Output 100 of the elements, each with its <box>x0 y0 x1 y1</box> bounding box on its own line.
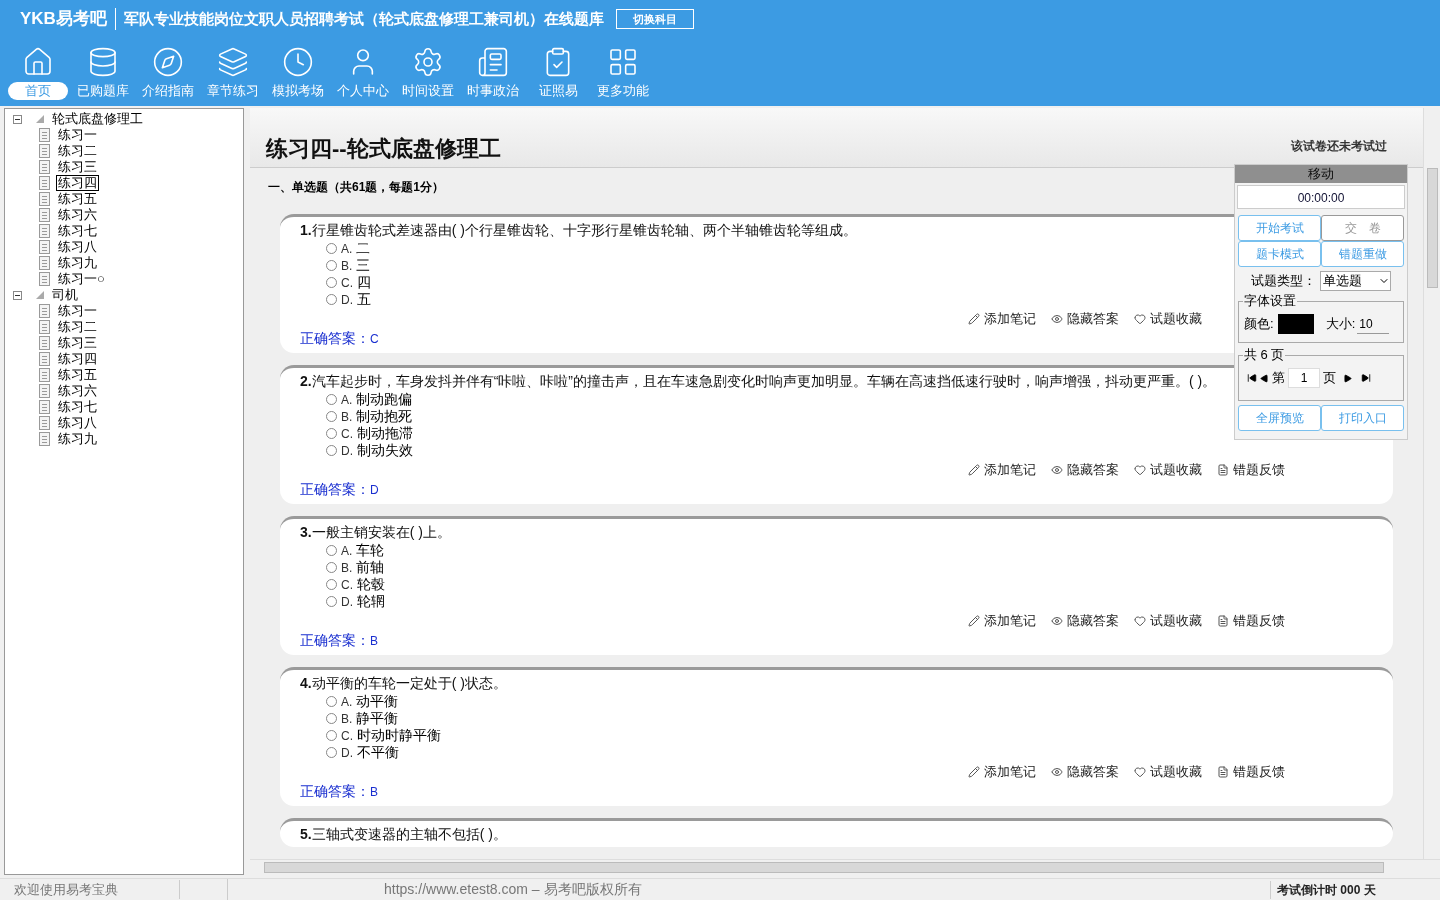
paper-title: 练习四--轮式底盘修理工 <box>266 135 501 163</box>
pencil-icon <box>968 313 980 325</box>
radio-button[interactable] <box>326 713 337 724</box>
radio-button[interactable] <box>326 730 337 741</box>
tree-item[interactable]: 练习三 <box>56 159 99 175</box>
last-page-icon[interactable] <box>1361 373 1371 383</box>
option-label: B. <box>341 257 353 275</box>
radio-button[interactable] <box>326 596 337 607</box>
option-text: 静平衡 <box>356 709 399 728</box>
question-action[interactable]: 错题反馈 <box>1233 611 1285 631</box>
tree-item[interactable]: 练习一○ <box>56 271 107 287</box>
question-action[interactable]: 错题反馈 <box>1233 460 1285 480</box>
collapse-icon[interactable] <box>13 290 22 300</box>
compass-icon[interactable] <box>152 46 184 78</box>
radio-button[interactable] <box>326 562 337 573</box>
radio-button[interactable] <box>326 696 337 707</box>
newspaper-icon[interactable] <box>477 46 509 78</box>
question-action[interactable]: 隐藏答案 <box>1067 460 1119 480</box>
size-label: 大小: <box>1325 315 1356 334</box>
question-action[interactable]: 隐藏答案 <box>1067 309 1119 329</box>
correct-answer: 正确答案：B <box>300 631 378 650</box>
radio-button[interactable] <box>326 277 337 288</box>
document-icon <box>1217 766 1229 778</box>
question-action[interactable]: 添加笔记 <box>984 611 1036 631</box>
horizontal-scrollbar[interactable] <box>250 859 1440 875</box>
tree-item[interactable]: 练习一 <box>56 303 99 319</box>
tree-item[interactable]: 练习八 <box>56 239 99 255</box>
question-action[interactable]: 隐藏答案 <box>1067 611 1119 631</box>
page-field[interactable]: 1 <box>1288 368 1320 388</box>
collapse-icon[interactable] <box>13 114 22 124</box>
radio-button[interactable] <box>326 411 337 422</box>
clock-icon[interactable] <box>282 46 314 78</box>
tree-item[interactable]: 练习二 <box>56 319 99 335</box>
section-heading: 一、单选题（共61题，每题1分） <box>268 179 445 196</box>
question-action[interactable]: 添加笔记 <box>984 309 1036 329</box>
document-icon <box>39 144 50 158</box>
tree-item[interactable]: 练习六 <box>56 383 99 399</box>
question-action[interactable]: 试题收藏 <box>1150 762 1202 782</box>
option-label: A. <box>341 542 353 560</box>
size-field[interactable]: 10 <box>1357 314 1390 334</box>
tree-item[interactable]: 练习五 <box>56 367 99 383</box>
app-logo: YKB易考吧 <box>20 8 107 31</box>
copyright-text: https://www.etest8.com – 易考吧版权所有 <box>384 880 642 899</box>
question-action[interactable]: 试题收藏 <box>1150 611 1202 631</box>
question-text: 2.汽车起步时，车身发抖并伴有“咔啦、咔啦”的撞击声，且在车速急剧变化时响声更加明显。车辆在高速挡低速行驶时，响声增强，抖动更严重。( )。 <box>300 373 1217 390</box>
question-action[interactable]: 错题反馈 <box>1233 762 1285 782</box>
layers-icon[interactable] <box>217 46 249 78</box>
document-icon <box>1217 615 1229 627</box>
tree-item[interactable]: 练习七 <box>56 399 99 415</box>
tree-item[interactable]: 练习二 <box>56 143 99 159</box>
document-icon <box>39 352 50 366</box>
question-action[interactable]: 隐藏答案 <box>1067 762 1119 782</box>
radio-button[interactable] <box>326 445 337 456</box>
question-action[interactable]: 试题收藏 <box>1150 309 1202 329</box>
home-icon[interactable] <box>22 46 54 78</box>
radio-button[interactable] <box>326 260 337 271</box>
radio-button[interactable] <box>326 545 337 556</box>
tree-node[interactable]: 轮式底盘修理工 <box>52 109 143 129</box>
question-text: 4.动平衡的车轮一定处于( )状态。 <box>300 675 507 692</box>
document-icon <box>39 192 50 206</box>
vertical-scrollbar[interactable] <box>1423 108 1440 859</box>
radio-button[interactable] <box>326 579 337 590</box>
settings-icon[interactable] <box>412 46 444 78</box>
correct-answer: 正确答案：B <box>300 782 378 801</box>
previous-page-icon[interactable] <box>1260 373 1269 383</box>
tree-item[interactable]: 练习八 <box>56 415 99 431</box>
panel-title[interactable]: 移动 <box>1235 165 1407 183</box>
question-action[interactable]: 添加笔记 <box>984 460 1036 480</box>
pencil-icon <box>968 464 980 476</box>
type-label: 试题类型： <box>1251 272 1316 291</box>
radio-button[interactable] <box>326 243 337 254</box>
option-text: 五 <box>357 290 371 309</box>
tree-node[interactable]: 司机 <box>52 285 78 305</box>
tree-item[interactable]: 练习一 <box>56 127 99 143</box>
radio-button[interactable] <box>326 294 337 305</box>
database-icon[interactable] <box>87 46 119 78</box>
option-text: 制动失效 <box>357 441 413 460</box>
first-page-icon[interactable] <box>1247 373 1257 383</box>
question-action[interactable]: 试题收藏 <box>1150 460 1202 480</box>
tree-item[interactable]: 练习三 <box>56 335 99 351</box>
tree-item[interactable]: 练习四 <box>56 351 99 367</box>
radio-button[interactable] <box>326 394 337 405</box>
next-page-icon[interactable] <box>1343 373 1352 383</box>
question-action[interactable]: 添加笔记 <box>984 762 1036 782</box>
tree-item[interactable]: 练习六 <box>56 207 99 223</box>
radio-button[interactable] <box>326 747 337 758</box>
type-select[interactable]: 单选题 <box>1320 271 1391 291</box>
document-icon <box>39 368 50 382</box>
tree-item[interactable]: 练习四 <box>56 175 99 191</box>
radio-button[interactable] <box>326 428 337 439</box>
option-label: D. <box>341 442 353 460</box>
document-icon <box>39 160 50 174</box>
grid-icon[interactable] <box>607 46 639 78</box>
tree-item[interactable]: 练习九 <box>56 431 99 447</box>
tree-item[interactable]: 练习九 <box>56 255 99 271</box>
eye-icon <box>1051 615 1063 627</box>
tree-item[interactable]: 练习五 <box>56 191 99 207</box>
color-swatch[interactable] <box>1277 314 1314 334</box>
document-icon <box>39 128 50 142</box>
tree-item[interactable]: 练习七 <box>56 223 99 239</box>
